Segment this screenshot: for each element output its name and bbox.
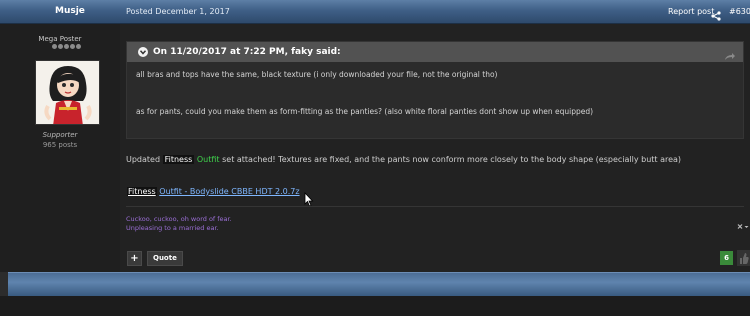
quote-header[interactable]: On 11/20/2017 at 7:22 PM, faky said: (127, 42, 743, 62)
author-panel: Mega Poster Supporter 965 posts (0, 24, 120, 272)
next-post-header (8, 272, 750, 296)
message-text: set attached! Textures are fixed, and th… (222, 155, 682, 164)
post-count: 965 posts (42, 141, 78, 149)
message-text: Updated (126, 155, 161, 164)
rank-pip (52, 44, 57, 49)
rank-pip (58, 44, 63, 49)
quote-text-line: all bras and tops have the same, black t… (136, 70, 498, 79)
quote-button[interactable]: Quote (147, 251, 183, 266)
reply-arrow-icon[interactable] (724, 47, 736, 60)
post-message: Updated Fitness Outfit set attached! Tex… (126, 155, 681, 164)
multiquote-button[interactable]: + (127, 251, 142, 266)
rank-pip (76, 44, 81, 49)
reputation-badge: 6 (720, 251, 733, 265)
rank-pip (70, 44, 75, 49)
page-background (0, 296, 750, 316)
keyword-highlight: Outfit (196, 155, 220, 164)
post-header: Musje Posted December 1, 2017 Report pos… (0, 0, 750, 24)
forum-post-page: Musje Posted December 1, 2017 Report pos… (0, 0, 750, 316)
thumbs-up-icon[interactable] (737, 250, 750, 266)
collapse-icon[interactable] (138, 47, 148, 57)
attachment-link[interactable]: Outfit - Bodyslide CBBE HDT 2.0.7z (159, 187, 299, 196)
author-name-link[interactable]: Musje (55, 6, 85, 16)
share-icon[interactable] (711, 6, 721, 21)
close-menu-icon[interactable] (737, 216, 749, 229)
member-group: Supporter (42, 131, 78, 139)
quote-text-line: as for pants, could you make them as for… (136, 107, 594, 116)
signature-divider (126, 206, 744, 207)
mouse-pointer-icon (304, 191, 314, 207)
report-post-link[interactable]: Report post (668, 7, 714, 16)
keyword-highlight: Fitness (162, 155, 195, 164)
post-content: On 11/20/2017 at 7:22 PM, faky said: all… (120, 24, 750, 272)
bottom-bar-edge (0, 272, 8, 296)
post-date: Posted December 1, 2017 (126, 7, 230, 16)
quote-citation[interactable]: On 11/20/2017 at 7:22 PM, faky said: (153, 47, 341, 57)
quote-block: On 11/20/2017 at 7:22 PM, faky said: all… (126, 41, 744, 139)
rank-pips (52, 44, 81, 49)
signature-text: Unpleasing to a married ear. (126, 224, 219, 232)
signature-text: Cuckoo, cuckoo, oh word of fear. (126, 215, 232, 223)
rank-pip (64, 44, 69, 49)
member-title: Mega Poster (38, 35, 82, 43)
avatar[interactable] (35, 60, 100, 125)
attachment-row: Fitness Outfit - Bodyslide CBBE HDT 2.0.… (127, 187, 300, 196)
attachment-prefix[interactable]: Fitness (127, 187, 157, 196)
post-number-link[interactable]: #6301 (729, 7, 750, 16)
